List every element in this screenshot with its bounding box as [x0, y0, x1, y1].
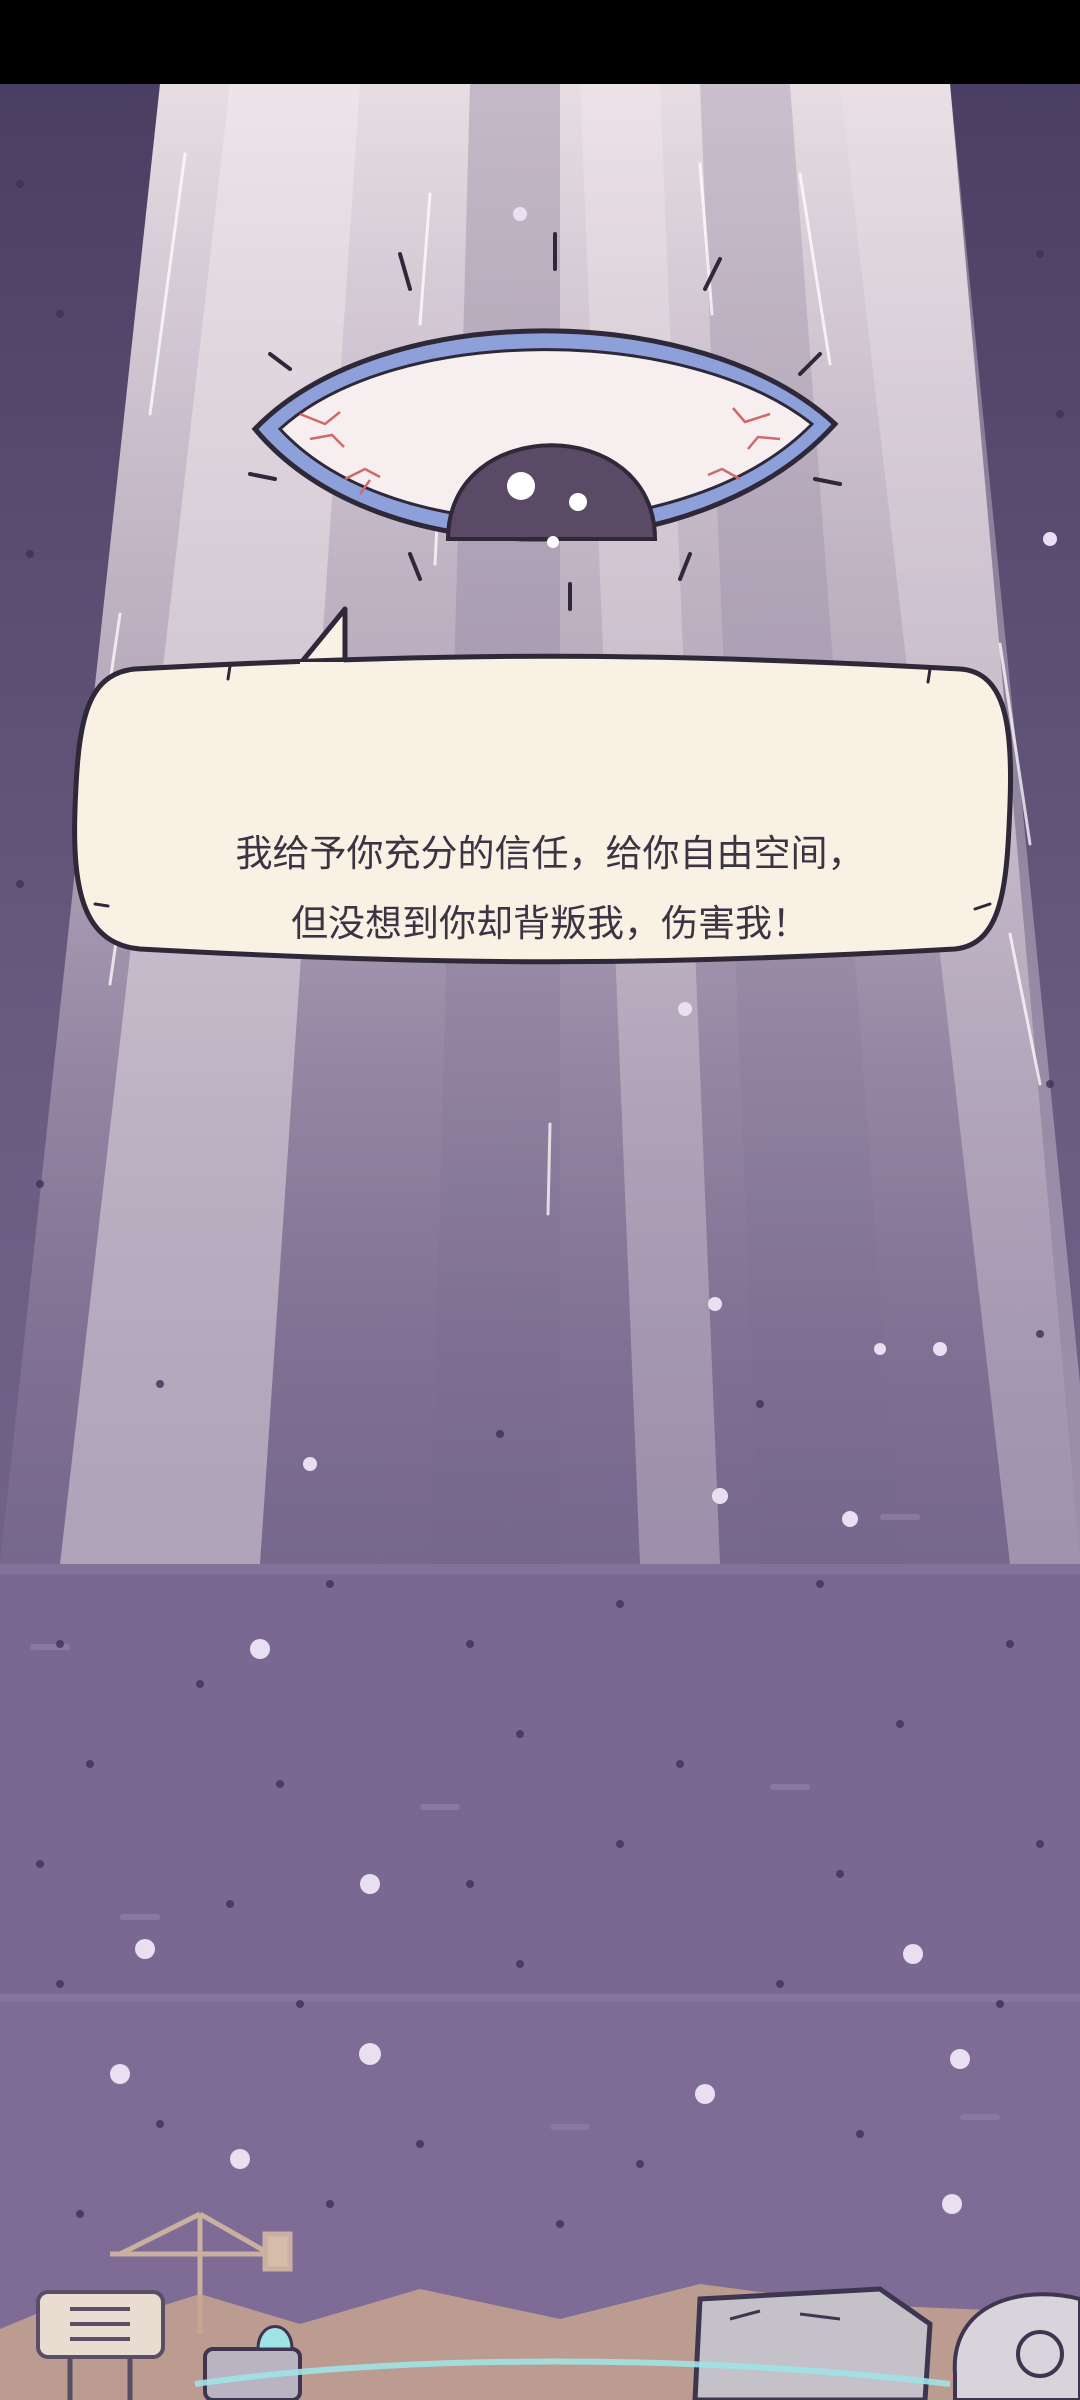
- status-bar: [0, 0, 1080, 84]
- scene-background: [0, 84, 1080, 2400]
- dialogue-text: 我给予你充分的信任，给你自由空间， 但没想到你却背叛我，伤害我！: [150, 819, 950, 959]
- dialogue-line-2: 但没想到你却背叛我，伤害我！: [291, 902, 809, 945]
- game-scene: 我给予你充分的信任，给你自由空间， 但没想到你却背叛我，伤害我！: [0, 84, 1080, 2400]
- dialogue-line-1: 我给予你充分的信任，给你自由空间，: [235, 832, 865, 875]
- rock-icon: [692, 2286, 933, 2400]
